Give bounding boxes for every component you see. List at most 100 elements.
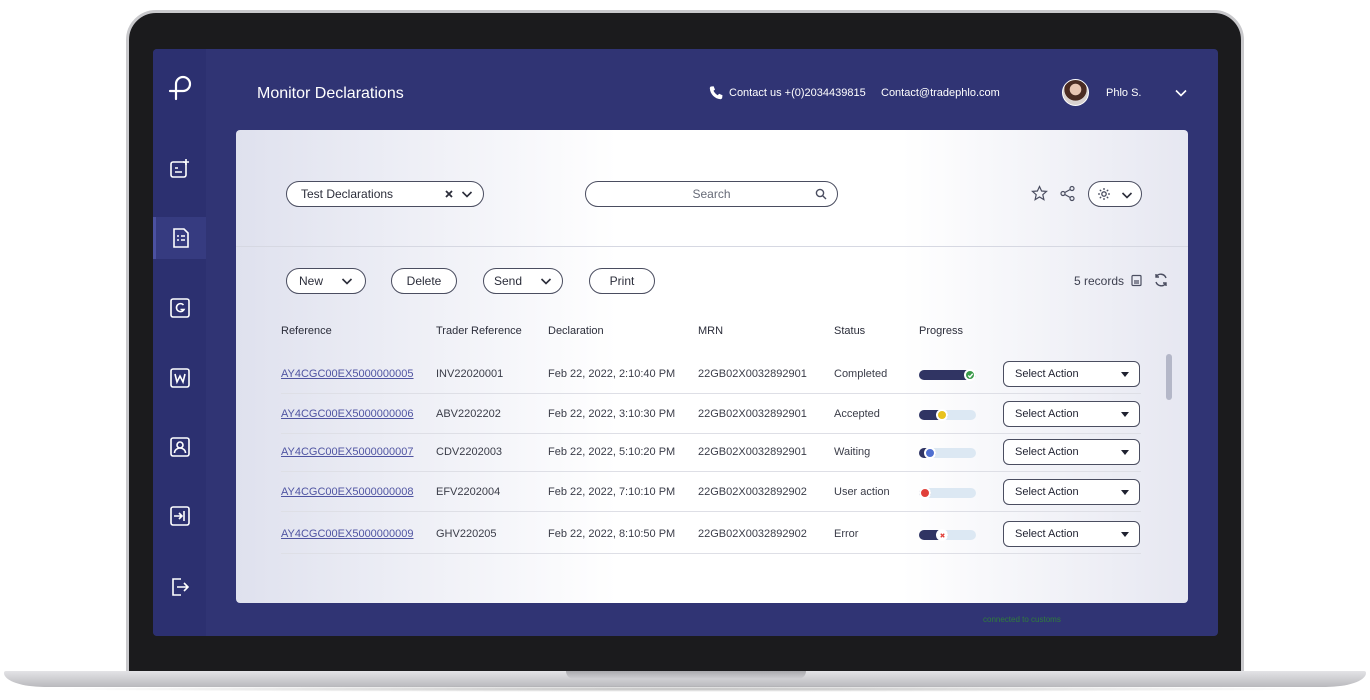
select-action-label: Select Action (1015, 446, 1079, 458)
reference-link[interactable]: AY4CGC00EX5000000007 (281, 446, 414, 458)
chevron-down-icon[interactable] (1174, 86, 1188, 100)
column-header-reference[interactable]: Reference (281, 325, 332, 337)
table-row[interactable]: AY4CGC00EX5000000008 EFV2202004 Feb 22, … (281, 472, 1141, 512)
sidebar-item-import[interactable] (153, 495, 206, 537)
mrn-value: 22GB02X0032892901 (698, 368, 807, 380)
filter-select[interactable]: Test Declarations (286, 181, 484, 207)
sidebar (153, 49, 206, 636)
connection-status: connected to customs (983, 615, 1061, 624)
table-row[interactable]: AY4CGC00EX5000000007 CDV2202003 Feb 22, … (281, 432, 1141, 472)
progress-bar (919, 369, 976, 381)
reference-link[interactable]: AY4CGC00EX5000000009 (281, 528, 414, 540)
table-row[interactable]: AY4CGC00EX5000000005 INV22020001 Feb 22,… (281, 354, 1141, 394)
chevron-down-icon (1121, 192, 1133, 199)
column-header-trader-reference[interactable]: Trader Reference (436, 325, 522, 337)
select-action-label: Select Action (1015, 368, 1079, 380)
user-name[interactable]: Phlo S. (1106, 87, 1141, 99)
status-text: Waiting (834, 446, 871, 458)
clear-filter-icon[interactable] (443, 188, 455, 200)
select-action-dropdown[interactable]: Select Action (1003, 521, 1140, 547)
export-icon[interactable] (1130, 274, 1143, 287)
delete-button[interactable]: Delete (391, 268, 457, 294)
sidebar-item-g[interactable] (153, 287, 206, 329)
error-x-icon (939, 532, 945, 538)
mrn-value: 22GB02X0032892902 (698, 528, 807, 540)
reference-link[interactable]: AY4CGC00EX5000000006 (281, 408, 414, 420)
gear-icon (1098, 188, 1110, 200)
declaration-date: Feb 22, 2022, 3:10:30 PM (548, 408, 676, 420)
progress-bar (919, 409, 976, 421)
add-document-icon (169, 159, 189, 178)
status-text: User action (834, 486, 890, 498)
progress-bar (919, 529, 976, 541)
contact-phone[interactable]: Contact us +(0)2034439815 (708, 85, 866, 101)
declaration-date: Feb 22, 2022, 2:10:40 PM (548, 368, 676, 380)
reference-link[interactable]: AY4CGC00EX5000000008 (281, 486, 414, 498)
column-header-status[interactable]: Status (834, 325, 865, 337)
select-action-dropdown[interactable]: Select Action (1003, 361, 1140, 387)
sidebar-item-contacts[interactable] (153, 426, 206, 468)
search-placeholder: Search (692, 187, 731, 201)
sidebar-item-new-declaration[interactable] (153, 148, 206, 190)
search-icon[interactable] (815, 188, 827, 200)
sidebar-item-declarations[interactable] (153, 217, 206, 259)
column-header-progress[interactable]: Progress (919, 325, 963, 337)
progress-status-dot (924, 447, 936, 459)
avatar[interactable] (1062, 79, 1089, 106)
g-box-icon (169, 298, 190, 318)
status-text: Error (834, 528, 859, 540)
column-header-declaration[interactable]: Declaration (548, 325, 604, 337)
chevron-down-icon (540, 278, 552, 285)
declaration-date: Feb 22, 2022, 7:10:10 PM (548, 486, 676, 498)
trader-reference: CDV2202003 (436, 446, 503, 458)
search-input[interactable]: Search (585, 181, 838, 207)
mrn-value: 22GB02X0032892902 (698, 486, 807, 498)
progress-bar (919, 447, 976, 459)
settings-button[interactable] (1088, 181, 1142, 207)
progress-status-dot (936, 409, 948, 421)
select-action-label: Select Action (1015, 486, 1079, 498)
select-action-dropdown[interactable]: Select Action (1003, 479, 1140, 505)
chevron-down-icon (341, 278, 353, 285)
chevron-down-icon[interactable] (461, 188, 473, 200)
reference-link[interactable]: AY4CGC00EX5000000005 (281, 368, 414, 380)
star-icon[interactable] (1031, 185, 1048, 202)
laptop-notch (566, 671, 806, 679)
caret-down-icon (1121, 490, 1129, 495)
select-action-label: Select Action (1015, 408, 1079, 420)
sidebar-item-logout[interactable] (153, 566, 206, 608)
main-panel: Test Declarations Search New Delete Send… (236, 130, 1188, 603)
check-icon (967, 372, 973, 378)
table-row[interactable]: AY4CGC00EX5000000006 ABV2202202 Feb 22, … (281, 394, 1141, 434)
records-count: 5 records (1074, 274, 1125, 288)
phone-icon (709, 86, 723, 100)
caret-down-icon (1121, 412, 1129, 417)
new-button[interactable]: New (286, 268, 366, 294)
new-button-label: New (298, 274, 323, 288)
print-button[interactable]: Print (589, 268, 655, 294)
table-row[interactable]: AY4CGC00EX5000000009 GHV220205 Feb 22, 2… (281, 514, 1141, 554)
app-screen: Monitor Declarations Contact us +(0)2034… (153, 49, 1218, 636)
mrn-value: 22GB02X0032892901 (698, 408, 807, 420)
declaration-date: Feb 22, 2022, 8:10:50 PM (548, 528, 676, 540)
caret-down-icon (1121, 532, 1129, 537)
sidebar-item-w[interactable] (153, 357, 206, 399)
progress-status-dot (964, 369, 976, 381)
caret-down-icon (1121, 450, 1129, 455)
import-box-icon (169, 506, 190, 526)
select-action-dropdown[interactable]: Select Action (1003, 401, 1140, 427)
select-action-dropdown[interactable]: Select Action (1003, 439, 1140, 465)
contact-box-icon (169, 437, 190, 457)
tradephlo-logo-icon[interactable] (167, 75, 193, 101)
trader-reference: GHV220205 (436, 528, 497, 540)
share-icon[interactable] (1059, 185, 1076, 202)
trader-reference: EFV2202004 (436, 486, 501, 498)
send-button[interactable]: Send (483, 268, 563, 294)
select-action-label: Select Action (1015, 528, 1079, 540)
table-scrollbar[interactable] (1166, 354, 1172, 400)
column-header-mrn[interactable]: MRN (698, 325, 723, 337)
refresh-icon[interactable] (1153, 272, 1169, 288)
caret-down-icon (1121, 372, 1129, 377)
status-text: Completed (834, 368, 888, 380)
contact-email[interactable]: Contact@tradephlo.com (881, 87, 1000, 99)
